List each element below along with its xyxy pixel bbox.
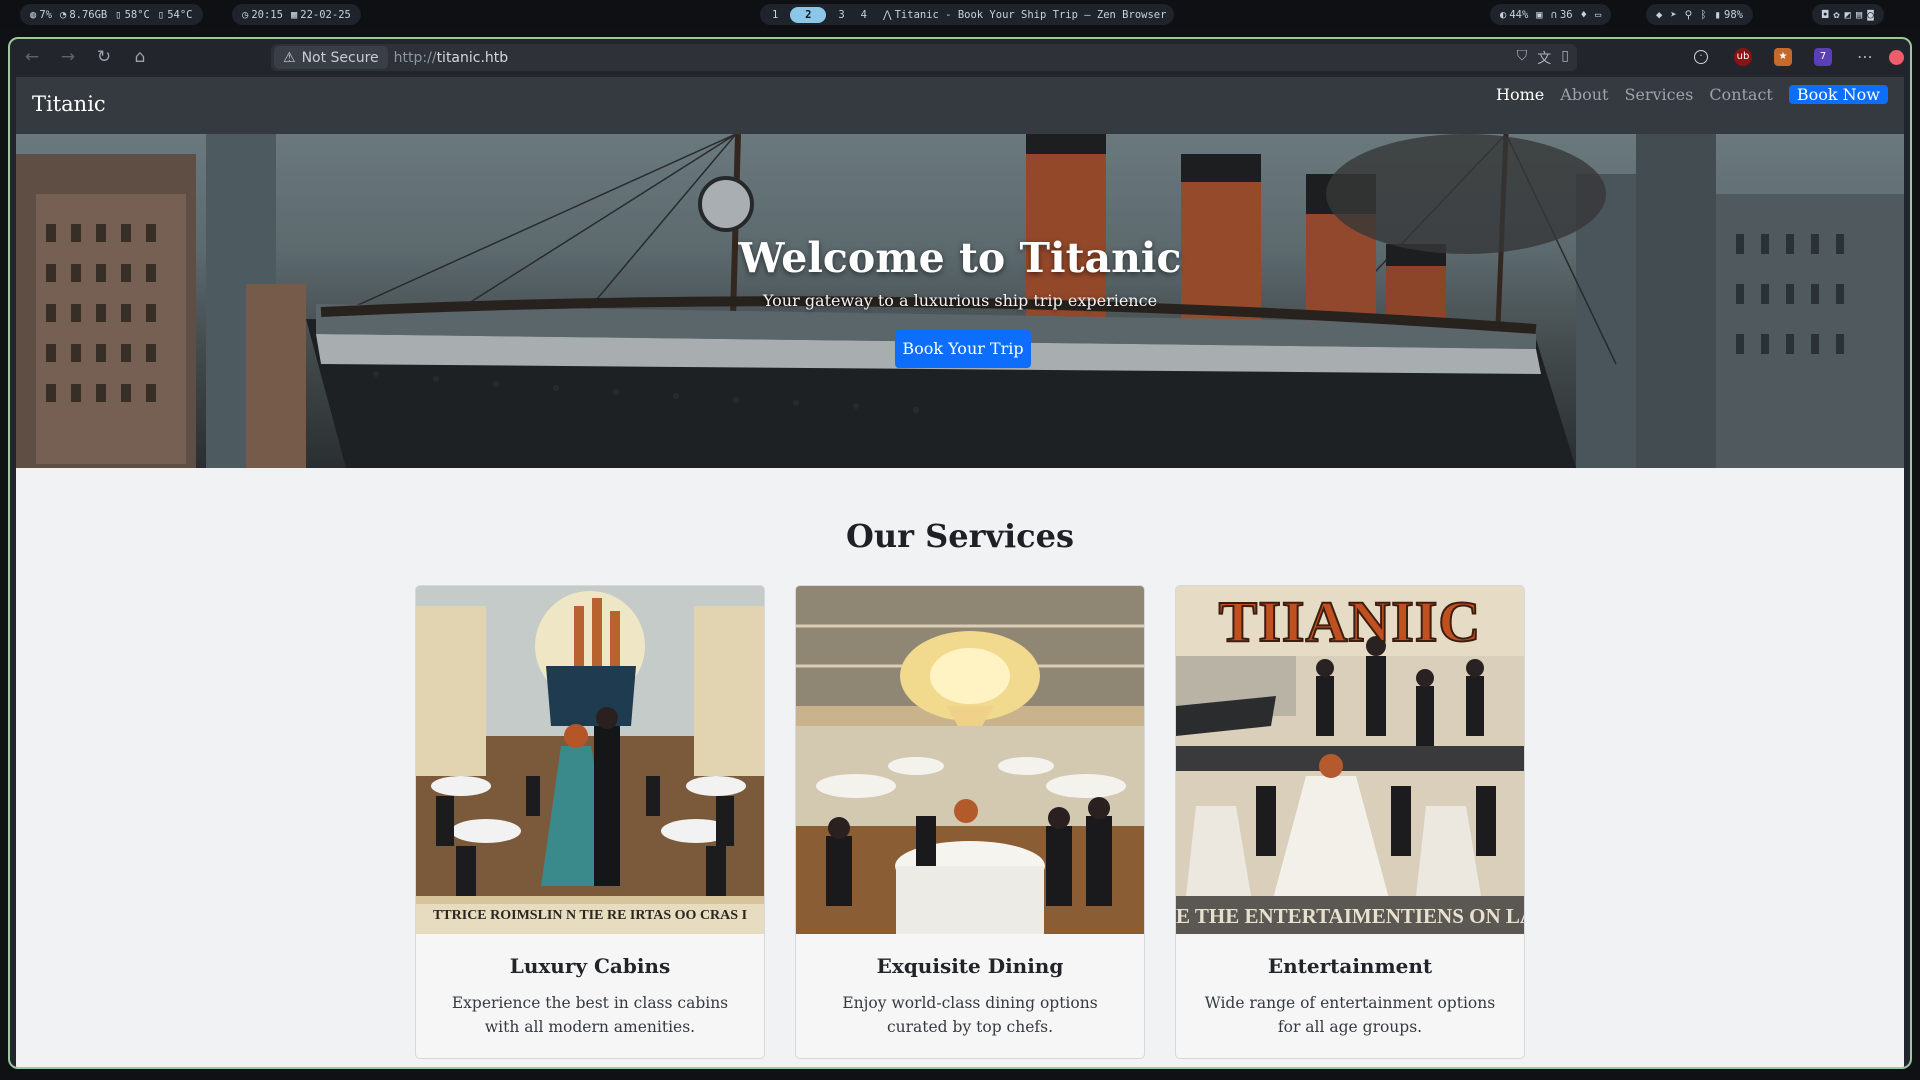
nav-services-link[interactable]: Services bbox=[1616, 85, 1701, 104]
telegram-icon[interactable]: ➤ bbox=[1670, 9, 1676, 21]
clock-icon: ◷ bbox=[242, 8, 249, 21]
clipboard-icon[interactable]: ▤ bbox=[1856, 9, 1862, 21]
brightness-level: 44% bbox=[1509, 8, 1529, 21]
brightness-icon: ◐ bbox=[1500, 8, 1507, 21]
entertainment-title: Entertainment bbox=[1267, 954, 1433, 978]
memory-usage: 8.76GB bbox=[69, 8, 108, 21]
gpu-temperature: 54°C bbox=[167, 8, 193, 21]
service-card-luxury-cabins: TTRICE ROIMSLIN N TIE RE IRTAS OO CRAS I… bbox=[415, 585, 765, 1059]
extension-circle-icon[interactable]: · bbox=[1694, 50, 1708, 64]
entertainment-image: TIIANIIC E THE ENTERTAIMENTIENS ON LA bbox=[1176, 586, 1524, 934]
calendar-icon: ▦ bbox=[290, 8, 298, 21]
luxury-cabins-title: Luxury Cabins bbox=[509, 954, 671, 978]
translate-icon[interactable]: 文 bbox=[1537, 48, 1551, 68]
service-card-entertainment: TIIANIIC E THE ENTERTAIMENTIENS ON LA En… bbox=[1175, 585, 1525, 1059]
hero-subtitle: Your gateway to a luxurious ship trip ex… bbox=[762, 291, 1158, 310]
services-heading: Our Services bbox=[845, 517, 1075, 555]
exquisite-dining-image bbox=[796, 586, 1144, 934]
entertainment-description: Wide range of entertainment options for … bbox=[1204, 994, 1496, 1036]
display-icon: ▣ bbox=[1536, 8, 1543, 21]
luxury-cabins-description: Experience the best in class cabins with… bbox=[451, 994, 729, 1036]
extension-puzzle-icon[interactable]: 7 bbox=[1814, 48, 1832, 66]
hardware-pill: ◐ 44% ▣ ∩ 36 ♦ ▭ bbox=[1490, 4, 1612, 25]
entertainment-poster-text: E THE ENTERTAIMENTIENS ON LA bbox=[1176, 904, 1524, 928]
site-security-chip[interactable]: ⚠ Not Secure bbox=[274, 46, 388, 69]
entertainment-poster-title: TIIANIIC bbox=[1218, 588, 1482, 655]
battery-icon: ▮ bbox=[1714, 8, 1721, 21]
nav-contact-link[interactable]: Contact bbox=[1701, 85, 1781, 104]
settings-icon[interactable]: ✿ bbox=[1833, 9, 1839, 21]
usb-icon[interactable]: ⚲ bbox=[1685, 9, 1693, 21]
back-arrow-icon[interactable]: ← bbox=[22, 47, 42, 67]
notification-pill: ◘ ✿ ◩ ▤ ◙ bbox=[1812, 4, 1884, 25]
bluetooth-icon[interactable]: ᛒ bbox=[1700, 9, 1706, 21]
ublock-origin-icon[interactable]: ub bbox=[1734, 48, 1752, 66]
url-protocol: http:// bbox=[393, 49, 437, 66]
workspace-pill: 1 2 3 4 ⋀ Titanic - Book Your Ship Trip —… bbox=[760, 4, 1175, 25]
temperature-icon: ▯ bbox=[115, 8, 122, 21]
clock-pill[interactable]: ◷ 20:15 ▦ 22-02-25 bbox=[232, 4, 361, 25]
hero-title: Welcome to Titanic bbox=[738, 234, 1182, 282]
exquisite-dining-description: Enjoy world-class dining options curated… bbox=[842, 994, 1098, 1036]
clock-time: 20:15 bbox=[251, 8, 283, 21]
keyboard-icon: ▭ bbox=[1594, 8, 1602, 21]
wifi-icon[interactable]: ◆ bbox=[1656, 9, 1662, 21]
battery-level: 98% bbox=[1724, 8, 1743, 21]
book-now-button[interactable]: Book Now bbox=[1788, 85, 1888, 104]
site-navbar: Titanic Home About Services Contact Book… bbox=[16, 77, 1904, 134]
system-stats-pill: ◍ 7% ◔ 8.76GB ▯ 58°C ▯ 54°C bbox=[20, 4, 203, 25]
active-window-title: Titanic - Book Your Ship Trip — Zen Brow… bbox=[894, 8, 1167, 21]
workspace-3[interactable]: 3 bbox=[834, 7, 848, 23]
not-secure-label: Not Secure bbox=[301, 49, 379, 66]
tray-pill: ◆ ➤ ⚲ ᛒ ▮ 98% bbox=[1646, 4, 1753, 25]
nav-home-link[interactable]: Home bbox=[1488, 85, 1552, 104]
book-your-trip-button[interactable]: Book Your Trip bbox=[895, 330, 1031, 368]
zen-browser-icon: ⋀ bbox=[882, 8, 892, 21]
service-card-exquisite-dining: Exquisite Dining Enjoy world-class dinin… bbox=[795, 585, 1145, 1059]
warning-triangle-icon: ⚠ bbox=[283, 49, 296, 66]
workspace-4[interactable]: 4 bbox=[857, 7, 871, 23]
workspace-2[interactable]: 2 bbox=[790, 6, 827, 23]
system-status-bar: ◍ 7% ◔ 8.76GB ▯ 58°C ▯ 54°C ◷ 20:15 ▦ 22-02-25… bbox=[0, 0, 1920, 28]
url-host: titanic.htb bbox=[436, 49, 509, 66]
address-bar[interactable]: ⚠ Not Secure http://titanic.htb ⛉ 文 ▯ bbox=[271, 44, 1577, 71]
reload-icon[interactable]: ↻ bbox=[94, 47, 114, 67]
site-brand[interactable]: Titanic bbox=[32, 92, 106, 116]
bell-icon[interactable]: ◘ bbox=[1822, 9, 1828, 21]
home-icon[interactable]: ⌂ bbox=[130, 47, 150, 67]
power-icon[interactable]: ◙ bbox=[1867, 9, 1873, 21]
hero-section: Welcome to Titanic Your gateway to a lux… bbox=[16, 134, 1904, 468]
luxury-cabins-poster-text: TTRICE ROIMSLIN N TIE RE IRTAS OO CRAS I bbox=[432, 908, 748, 923]
gpu-temperature-icon: ▯ bbox=[157, 8, 165, 21]
volume-level: 36 bbox=[1559, 8, 1573, 21]
url-text[interactable]: http://titanic.htb bbox=[394, 50, 509, 66]
address-bar-actions: ⛉ 文 ▯ bbox=[1517, 48, 1569, 68]
browser-window: ← → ↻ ⌂ ⚠ Not Secure http://titanic.htb … bbox=[8, 37, 1912, 1069]
cpu-usage: 7% bbox=[39, 8, 52, 21]
microphone-icon: ♦ bbox=[1580, 8, 1587, 21]
memory-icon: ◔ bbox=[59, 8, 67, 21]
page-viewport: Titanic Home About Services Contact Book… bbox=[16, 77, 1904, 1067]
exquisite-dining-title: Exquisite Dining bbox=[876, 954, 1064, 978]
menu-dots-icon[interactable]: ⋯ bbox=[1856, 48, 1874, 66]
window-close-button[interactable] bbox=[1889, 50, 1904, 65]
luxury-cabins-image: TTRICE ROIMSLIN N TIE RE IRTAS OO CRAS I bbox=[416, 586, 764, 934]
forward-arrow-icon[interactable]: → bbox=[58, 47, 78, 67]
headphones-icon: ∩ bbox=[1550, 8, 1557, 21]
reader-mode-icon[interactable]: ▯ bbox=[1561, 48, 1569, 68]
workspace-1[interactable]: 1 bbox=[768, 7, 782, 23]
nav-links: Home About Services Contact Book Now bbox=[1488, 85, 1888, 104]
cpu-icon: ◍ bbox=[30, 8, 37, 21]
extension-badge-icon[interactable]: ★ bbox=[1774, 48, 1792, 66]
nav-about-link[interactable]: About bbox=[1552, 85, 1616, 104]
browser-toolbar: ← → ↻ ⌂ ⚠ Not Secure http://titanic.htb … bbox=[10, 39, 1910, 75]
cpu-temperature: 58°C bbox=[124, 8, 150, 21]
shield-icon[interactable]: ⛉ bbox=[1517, 48, 1528, 68]
screenshot-icon[interactable]: ◩ bbox=[1845, 9, 1851, 21]
clock-date: 22-02-25 bbox=[300, 8, 351, 21]
